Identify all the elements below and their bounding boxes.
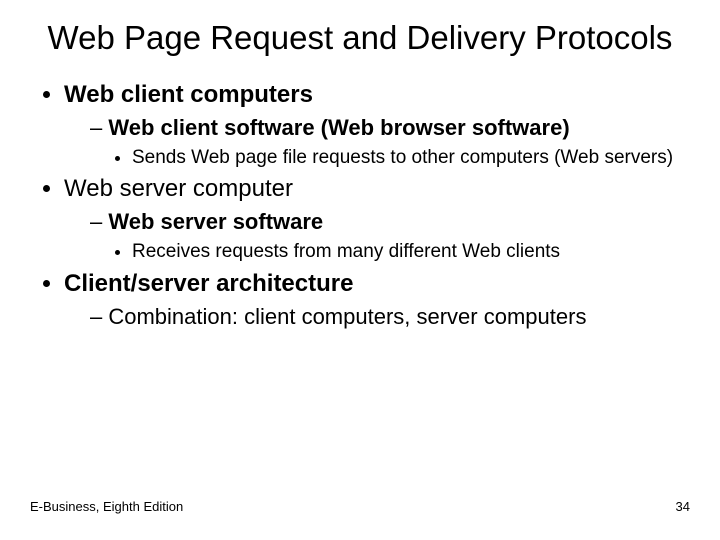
bullet-text: Receives requests from many different We… <box>132 241 560 262</box>
page-number: 34 <box>676 499 690 514</box>
bullet-list-l3: Receives requests from many different We… <box>90 240 690 264</box>
bullet-l2: Web server software Receives requests fr… <box>90 208 690 264</box>
bullet-text: Sends Web page file requests to other co… <box>132 147 673 168</box>
bullet-l2: Web client software (Web browser softwar… <box>90 114 690 170</box>
bullet-l1: Web server computer Web server software … <box>64 174 690 264</box>
bullet-text: Web client computers <box>64 81 313 108</box>
bullet-list: Web client computers Web client software… <box>30 80 690 331</box>
bullet-l1: Web client computers Web client software… <box>64 80 690 170</box>
bullet-list-l2: Combination: client computers, server co… <box>64 303 690 331</box>
bullet-l3: Receives requests from many different We… <box>132 240 690 264</box>
bullet-text: Web client software (Web browser softwar… <box>108 115 569 140</box>
bullet-l2: Combination: client computers, server co… <box>90 303 690 331</box>
bullet-text: Combination: client computers, server co… <box>108 304 586 329</box>
bullet-list-l2: Web server software Receives requests fr… <box>64 208 690 264</box>
bullet-list-l2: Web client software (Web browser softwar… <box>64 114 690 170</box>
bullet-text: Web server computer <box>64 175 293 202</box>
footer-left: E-Business, Eighth Edition <box>30 499 183 514</box>
bullet-text: Web server software <box>108 209 323 234</box>
bullet-text: Client/server architecture <box>64 270 353 297</box>
bullet-l1: Client/server architecture Combination: … <box>64 269 690 331</box>
slide-title: Web Page Request and Delivery Protocols <box>30 18 690 58</box>
bullet-list-l3: Sends Web page file requests to other co… <box>90 146 690 170</box>
slide: Web Page Request and Delivery Protocols … <box>0 0 720 540</box>
slide-footer: E-Business, Eighth Edition 34 <box>30 499 690 514</box>
bullet-l3: Sends Web page file requests to other co… <box>132 146 690 170</box>
